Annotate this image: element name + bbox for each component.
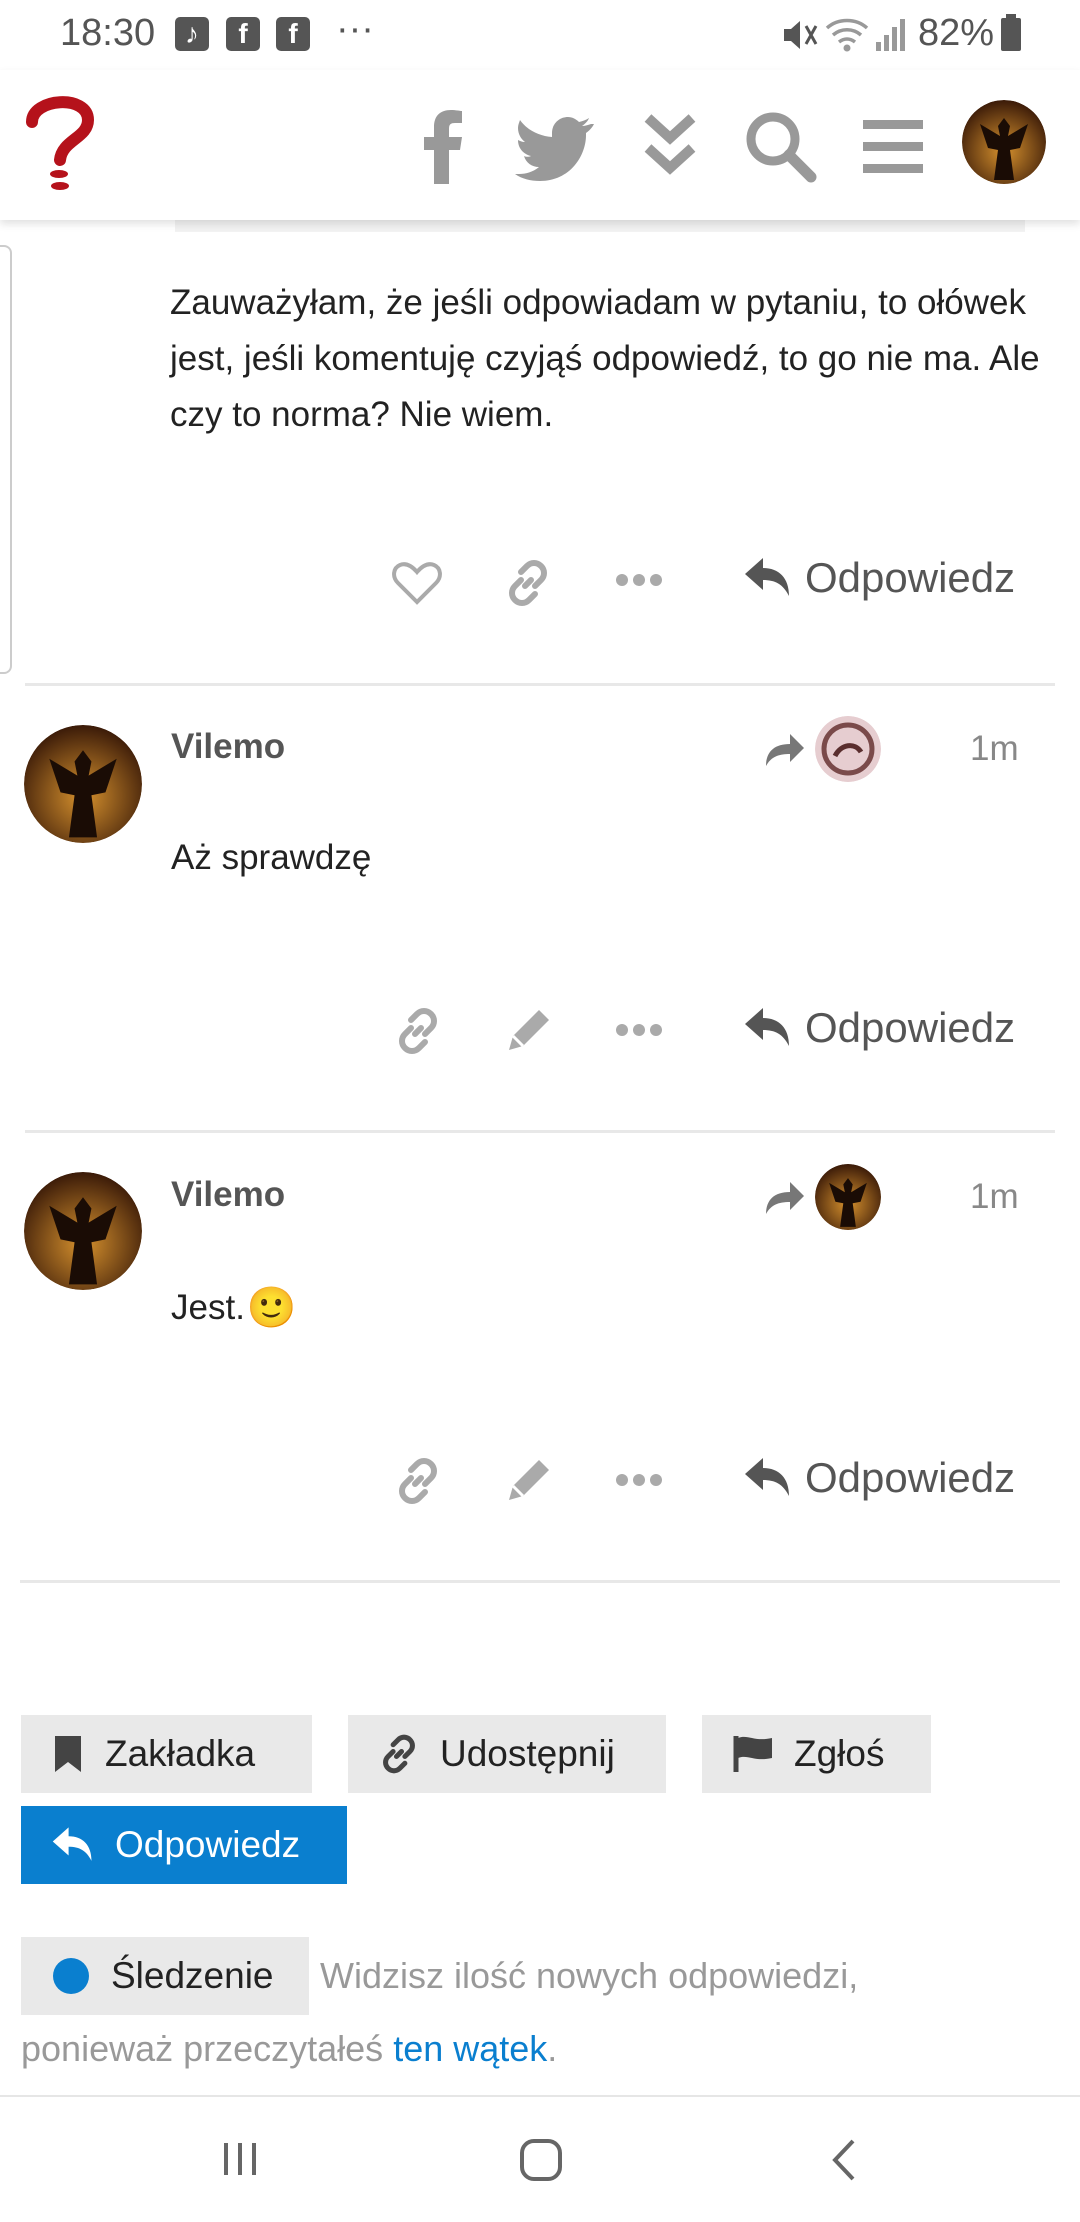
more-notifications-icon: ··· xyxy=(336,8,374,50)
reply-label: Odpowiedz xyxy=(805,554,1016,601)
back-icon[interactable] xyxy=(825,2137,865,2183)
bookmark-label: Zakładka xyxy=(105,1733,256,1774)
tracking-label: Śledzenie xyxy=(111,1955,274,1996)
tracking-period: . xyxy=(547,2028,558,2069)
reply-label: Odpowiedz xyxy=(805,1004,1016,1051)
reply-button[interactable]: Odpowiedz xyxy=(743,1004,1015,1052)
post-text: Jest. xyxy=(171,1288,245,1327)
tracking-text: ponieważ przeczytałeś xyxy=(21,2028,384,2069)
reply-to-arrow-icon xyxy=(766,734,804,766)
post-body: Zauważyłam, że jeśli odpowiadam w pytani… xyxy=(170,283,1040,434)
flag-icon xyxy=(733,1736,772,1772)
search-icon[interactable] xyxy=(740,106,820,186)
android-nav-bar xyxy=(0,2095,1080,2222)
status-time: 18:30 xyxy=(60,12,156,54)
more-options-icon[interactable] xyxy=(615,1022,663,1038)
reply-arrow-icon xyxy=(745,1458,789,1496)
mute-icon xyxy=(784,21,818,49)
twitter-icon[interactable] xyxy=(515,106,595,186)
post-divider xyxy=(20,1580,1060,1583)
copy-link-icon[interactable] xyxy=(503,558,553,608)
post-author-avatar[interactable] xyxy=(24,725,142,843)
post-divider xyxy=(25,1130,1055,1133)
copy-link-icon[interactable] xyxy=(393,1456,443,1506)
tracking-description-line2: ponieważ przeczytałeś ten wątek. xyxy=(21,2028,557,2070)
post-actions: Odpowiedz xyxy=(0,996,1080,1066)
share-link-icon xyxy=(383,1734,415,1774)
reply-to-avatar[interactable] xyxy=(815,716,881,782)
tracking-dot-icon xyxy=(53,1958,89,1994)
more-options-icon[interactable] xyxy=(615,1472,663,1488)
tracking-description: Widzisz ilość nowych odpowiedzi, xyxy=(320,1955,859,1996)
reply-arrow-icon xyxy=(52,1827,92,1861)
share-button[interactable]: Udostępnij xyxy=(348,1715,666,1793)
reply-button[interactable]: Odpowiedz xyxy=(743,554,1015,602)
bookmark-button[interactable]: Zakładka xyxy=(21,1715,312,1793)
reply-topic-label: Odpowiedz xyxy=(115,1824,301,1865)
reply-label: Odpowiedz xyxy=(805,1454,1016,1501)
post-actions: Odpowiedz xyxy=(0,1446,1080,1516)
wifi-icon xyxy=(825,18,869,52)
post-time[interactable]: 1m xyxy=(970,729,1019,769)
reply-arrow-icon xyxy=(745,558,789,596)
status-bar: 18:30 ♪ f f ··· 82% xyxy=(0,0,1080,70)
more-options-icon[interactable] xyxy=(615,572,663,588)
post-actions: Odpowiedz xyxy=(0,548,1080,618)
signal-icon xyxy=(876,19,905,51)
recent-apps-icon[interactable] xyxy=(218,2137,262,2181)
topic-link[interactable]: ten wątek xyxy=(393,2028,547,2069)
reply-button[interactable]: Odpowiedz xyxy=(743,1454,1015,1502)
battery-icon xyxy=(1001,14,1021,51)
double-chevron-down-icon[interactable] xyxy=(630,106,710,186)
post-body: Jest. 🙂 xyxy=(171,1280,297,1336)
edit-pencil-icon[interactable] xyxy=(503,1006,553,1056)
post-time[interactable]: 1m xyxy=(970,1177,1019,1217)
tracking-dropdown[interactable]: Śledzenie xyxy=(21,1937,309,2015)
facebook-notification-icon: f xyxy=(226,17,260,51)
hamburger-menu-icon[interactable] xyxy=(853,106,933,186)
flag-label: Zgłoś xyxy=(794,1733,885,1774)
facebook-notification-icon: f xyxy=(276,17,310,51)
battery-percent: 82% xyxy=(918,12,995,54)
music-notification-icon: ♪ xyxy=(175,17,209,51)
reply-topic-button[interactable]: Odpowiedz xyxy=(21,1806,347,1884)
bookmark-icon xyxy=(55,1736,81,1772)
copy-link-icon[interactable] xyxy=(393,1006,443,1056)
post-username[interactable]: Vilemo xyxy=(171,727,285,767)
share-label: Udostępnij xyxy=(440,1733,615,1774)
site-header xyxy=(0,70,1080,220)
flag-button[interactable]: Zgłoś xyxy=(702,1715,931,1793)
site-logo[interactable] xyxy=(18,90,98,200)
post-author-avatar[interactable] xyxy=(24,1172,142,1290)
post-divider xyxy=(25,683,1055,686)
reply-arrow-icon xyxy=(745,1008,789,1046)
edit-pencil-icon[interactable] xyxy=(503,1456,553,1506)
smile-emoji: 🙂 xyxy=(246,1286,297,1330)
reply-to-arrow-icon xyxy=(766,1182,804,1214)
user-avatar[interactable] xyxy=(962,100,1046,184)
like-heart-icon[interactable] xyxy=(392,560,442,606)
post-body: Aż sprawdzę xyxy=(171,838,372,877)
post-username[interactable]: Vilemo xyxy=(171,1175,285,1215)
facebook-icon[interactable] xyxy=(405,106,485,186)
home-icon[interactable] xyxy=(518,2137,564,2183)
reply-to-avatar[interactable] xyxy=(815,1164,881,1230)
